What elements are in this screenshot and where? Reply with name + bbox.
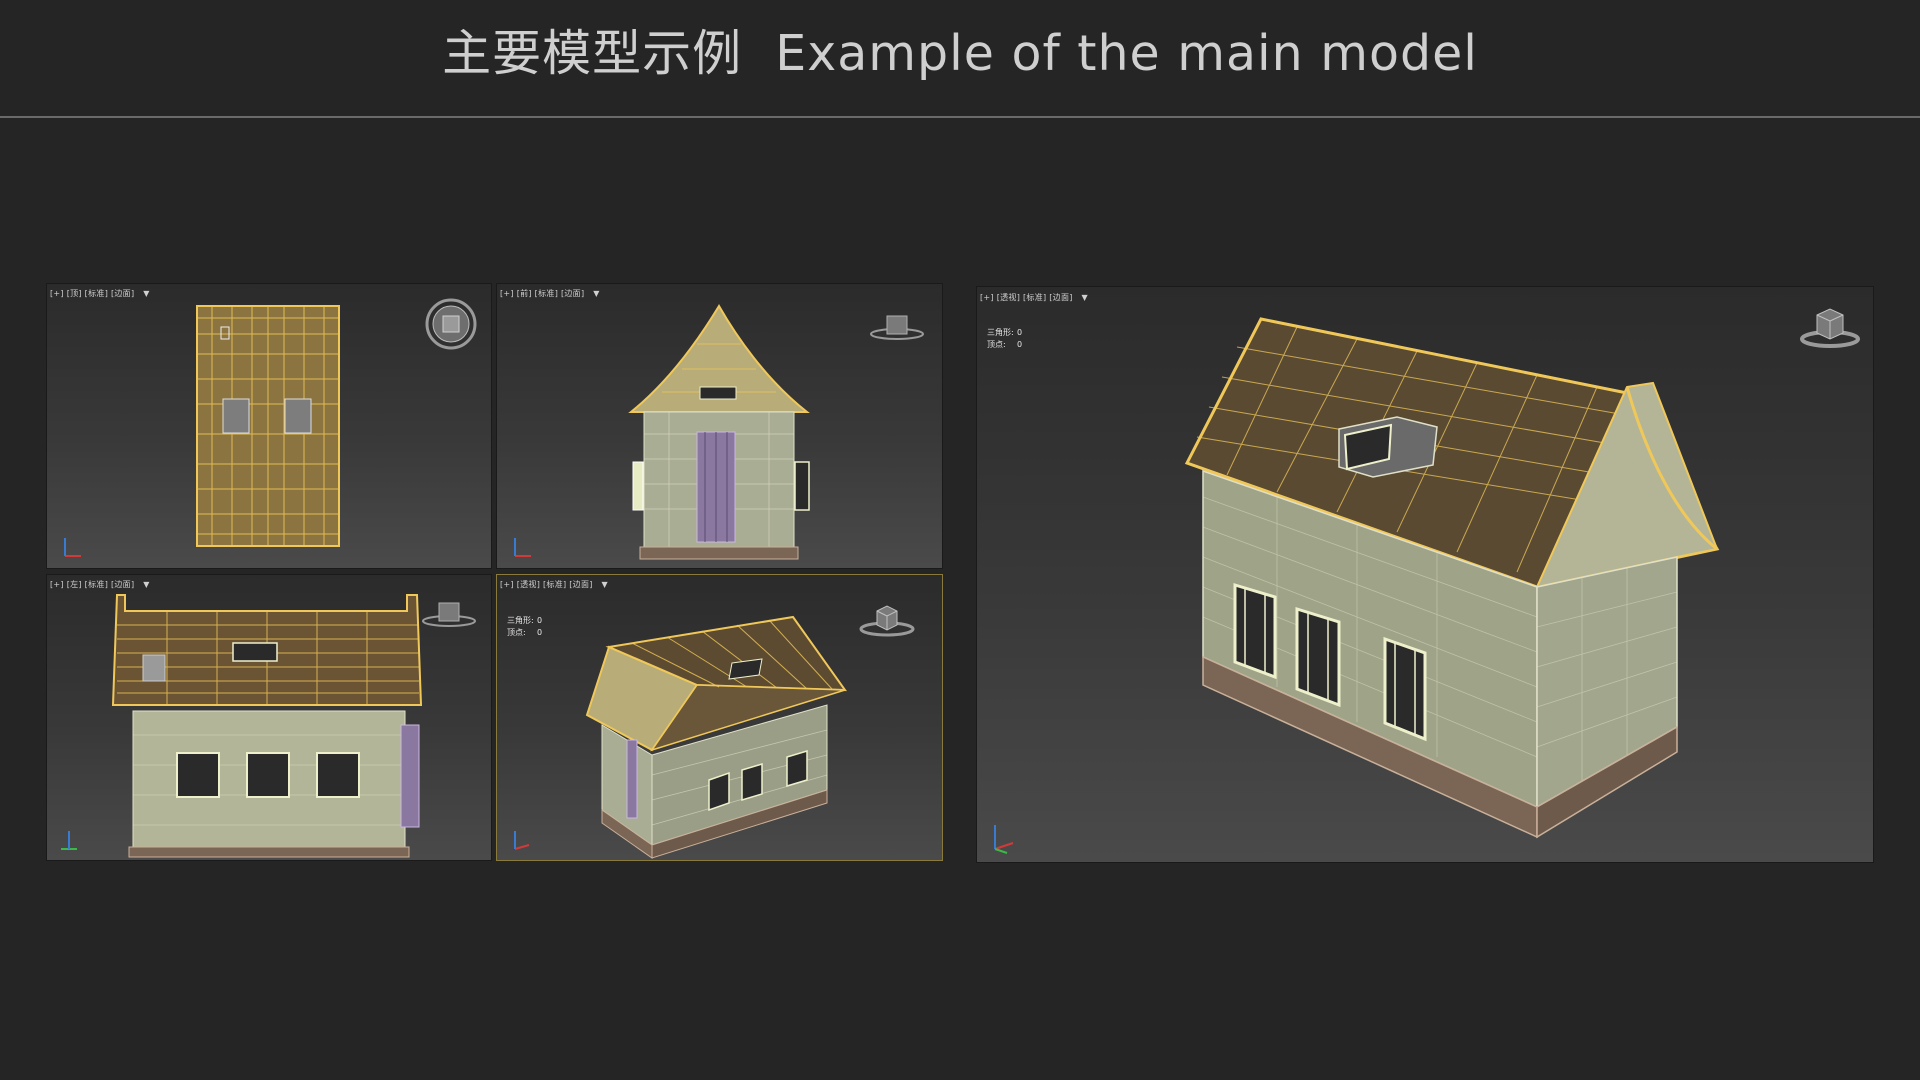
page-title: 主要模型示例 Example of the main model [442, 25, 1478, 82]
navcube-front-icon[interactable] [867, 308, 927, 348]
viewport-perspective-small[interactable]: [+] [透视] [标准] [边面] ▼ 三角形: 0 顶点: 0 [496, 574, 943, 861]
navcube-perspective-icon[interactable] [1795, 301, 1865, 353]
navcube-perspective-icon[interactable] [857, 599, 917, 643]
title-divider [0, 116, 1920, 118]
axis-gizmo-icon [994, 825, 1014, 854]
navcube-top-icon[interactable] [423, 296, 479, 352]
house-perspective-large [1184, 317, 1720, 839]
axis-gizmo-icon [64, 538, 81, 557]
viewport-perspective-large[interactable]: [+] [透视] [标准] [边面] ▼ 三角形: 0 顶点: 0 [976, 286, 1874, 863]
viewport-top[interactable]: [+] [顶] [标准] [边面] ▼ [46, 283, 492, 569]
axis-gizmo-icon [61, 831, 77, 850]
viewport-front[interactable]: [+] [前] [标准] [边面] ▼ [496, 283, 943, 569]
viewport-left[interactable]: [+] [左] [标准] [边面] ▼ [46, 574, 492, 861]
navcube-left-icon[interactable] [419, 595, 479, 635]
axis-gizmo-icon [514, 831, 530, 850]
axis-gizmo-icon [514, 538, 531, 557]
